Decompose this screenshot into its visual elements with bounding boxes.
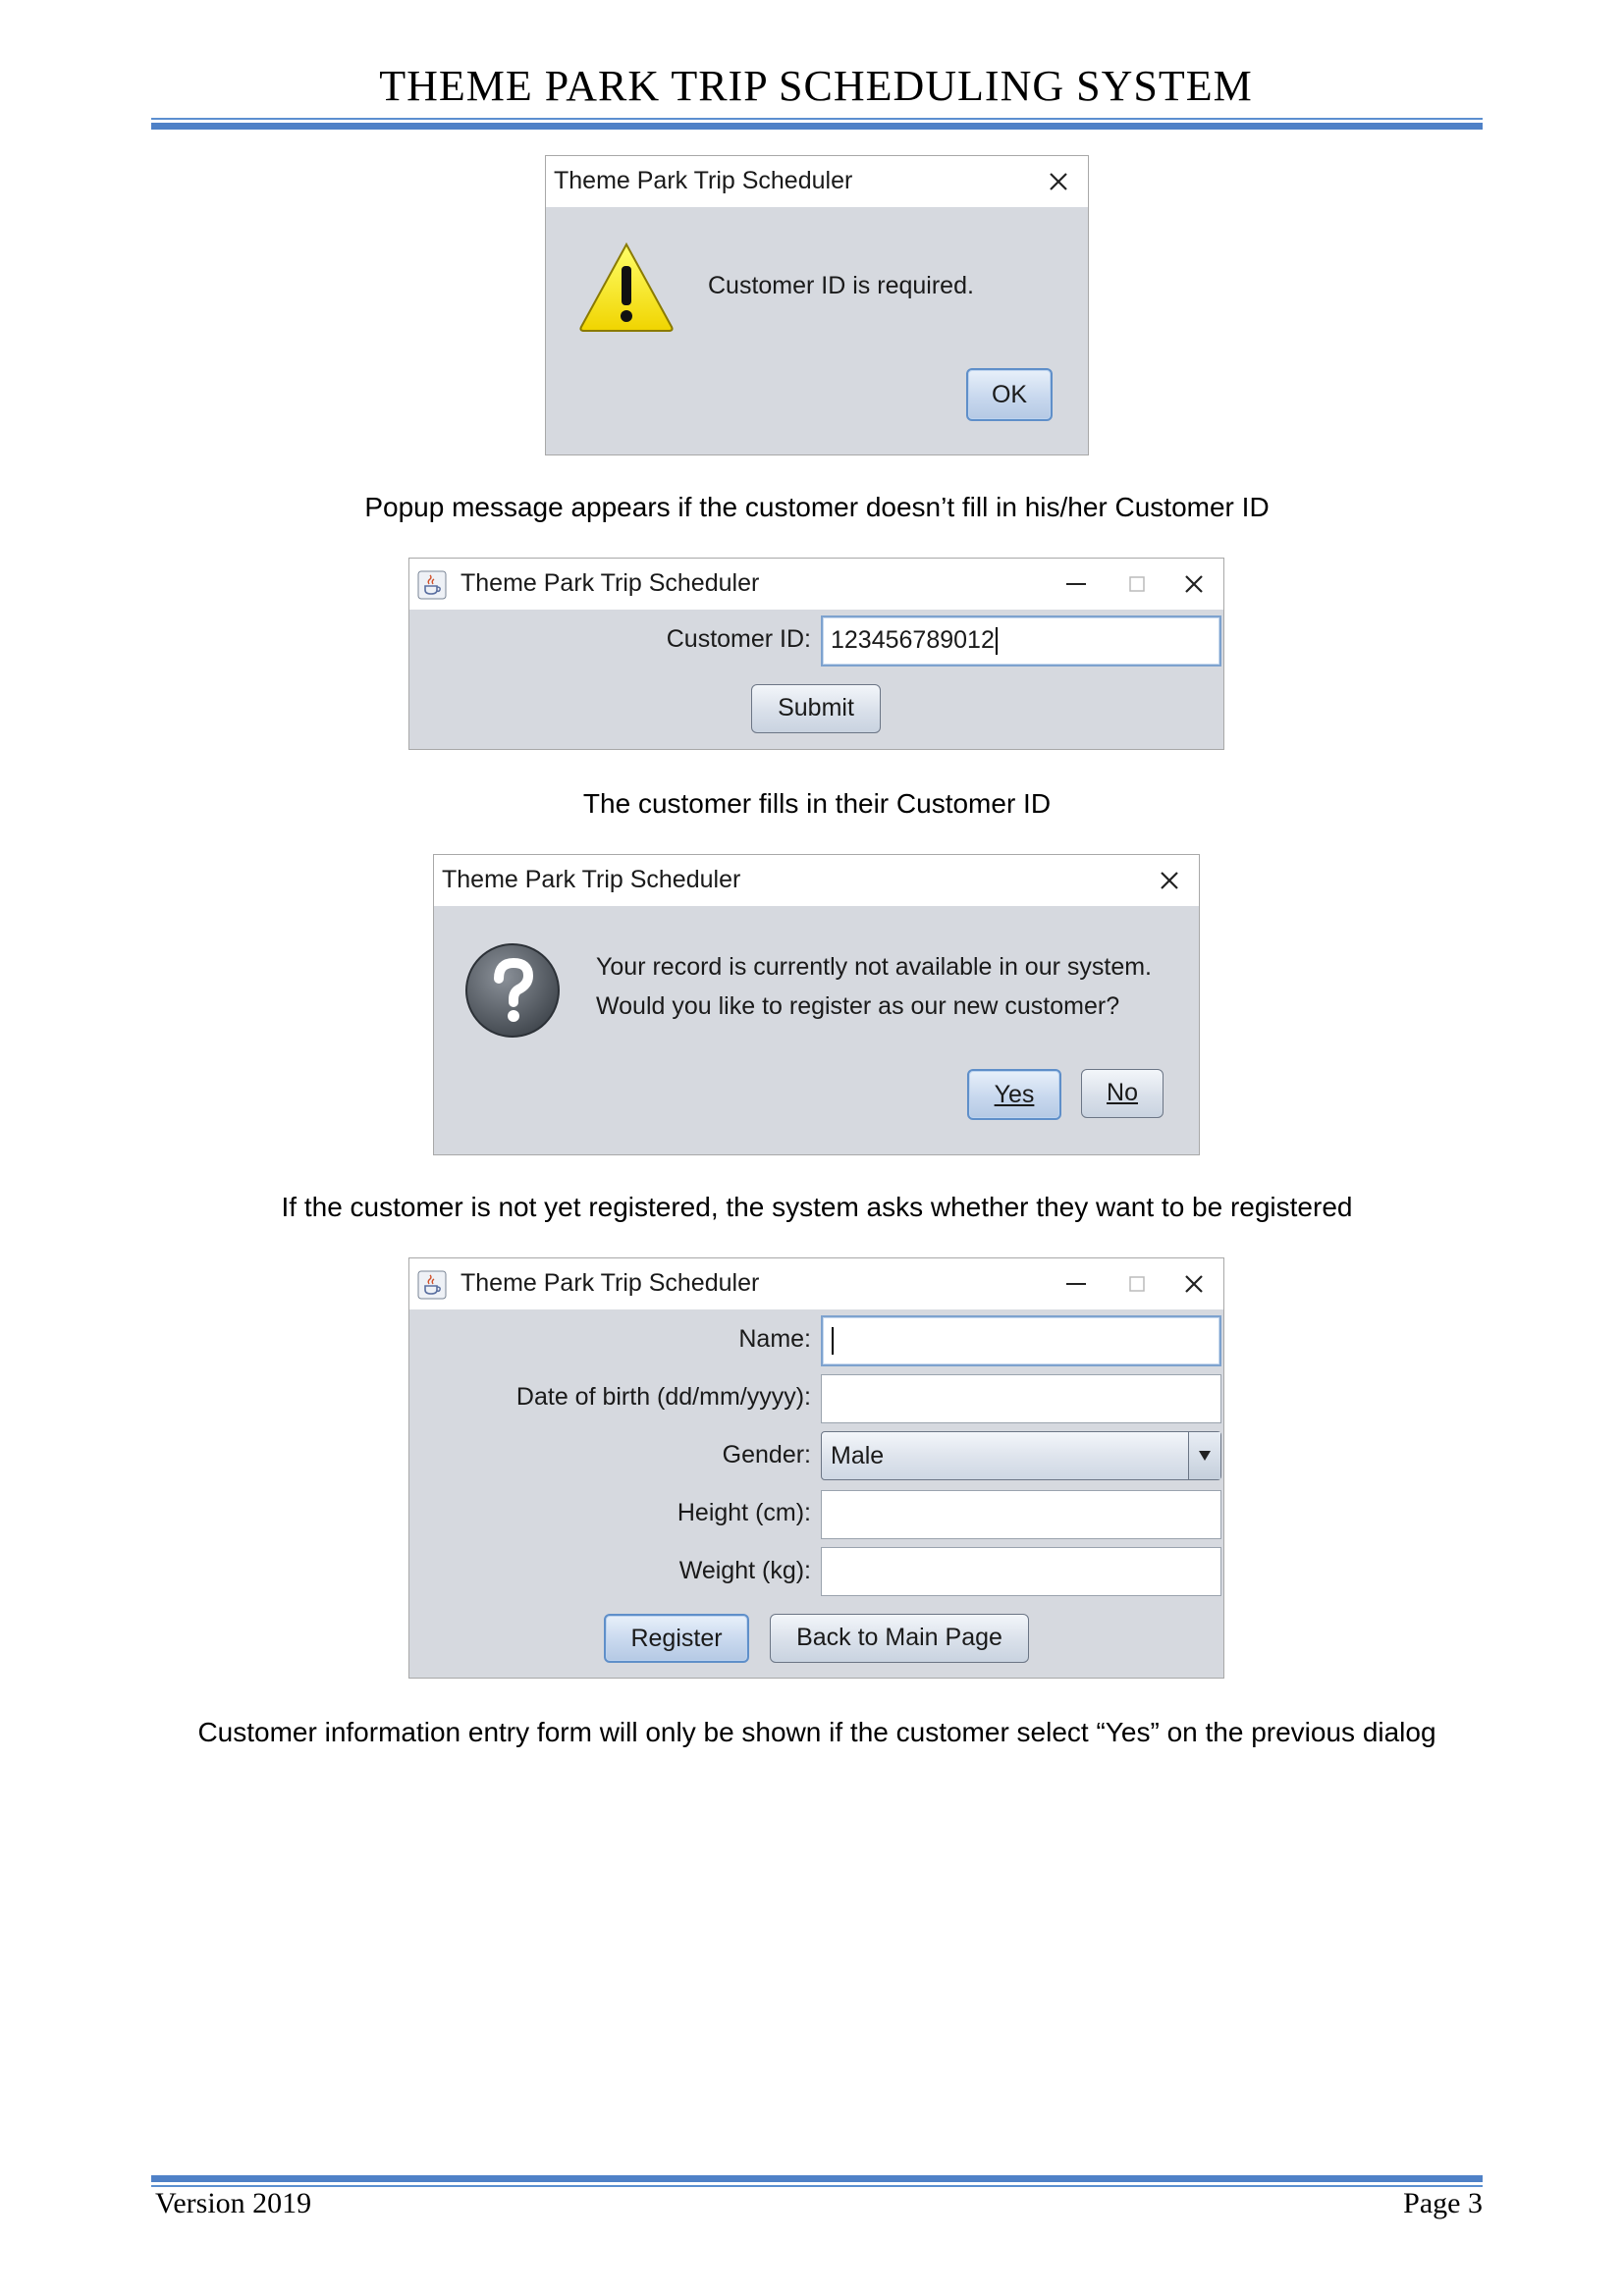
customer-id-titlebar[interactable]: Theme Park Trip Scheduler	[409, 559, 1223, 610]
footer-page-number: Page 3	[1403, 2187, 1483, 2219]
java-cup-icon	[417, 570, 447, 600]
footer-version: Version 2019	[155, 2187, 312, 2219]
register-titlebar[interactable]: Theme Park Trip Scheduler	[409, 1258, 1223, 1309]
weight-field[interactable]	[821, 1547, 1221, 1596]
customer-id-field[interactable]: 123456789012	[821, 615, 1221, 667]
warning-triangle-icon	[577, 240, 676, 340]
minimize-icon[interactable]	[1058, 566, 1094, 602]
customer-id-window: Theme Park Trip Scheduler Customer ID: 1…	[408, 558, 1224, 750]
ok-button[interactable]: OK	[966, 368, 1053, 421]
gender-label: Gender:	[722, 1441, 811, 1468]
yes-button[interactable]: Yes	[967, 1069, 1061, 1120]
java-cup-icon	[417, 1270, 447, 1300]
caption-register: Customer information entry form will onl…	[197, 1717, 1436, 1747]
question-dialog: Theme Park Trip Scheduler Your record is…	[433, 854, 1200, 1155]
question-dialog-titlebar[interactable]: Theme Park Trip Scheduler	[434, 855, 1199, 906]
close-icon[interactable]	[1152, 863, 1187, 898]
dob-field[interactable]	[821, 1374, 1221, 1423]
minimize-icon[interactable]	[1058, 1266, 1094, 1302]
header-rule	[151, 118, 1483, 130]
caption-customer-id: The customer fills in their Customer ID	[582, 788, 1052, 819]
maximize-icon[interactable]	[1119, 1266, 1155, 1302]
document-title: THEME PARK TRIP SCHEDULING SYSTEM	[379, 62, 1253, 110]
maximize-icon[interactable]	[1119, 566, 1155, 602]
caption-question: If the customer is not yet registered, t…	[281, 1192, 1353, 1222]
no-button-label: No	[1107, 1079, 1138, 1106]
customer-id-value: 123456789012	[831, 626, 995, 654]
close-icon[interactable]	[1176, 1266, 1212, 1302]
text-caret	[832, 1327, 834, 1356]
dob-label: Date of birth (dd/mm/yyyy):	[515, 1383, 811, 1411]
gender-value: Male	[831, 1442, 885, 1469]
question-circle-icon	[463, 941, 562, 1044]
warning-message: Customer ID is required.	[708, 272, 974, 299]
window-title: Theme Park Trip Scheduler	[460, 569, 760, 597]
window-title: Theme Park Trip Scheduler	[442, 866, 741, 893]
name-field[interactable]	[821, 1315, 1221, 1366]
window-title: Theme Park Trip Scheduler	[460, 1269, 760, 1297]
footer-rule	[151, 2175, 1483, 2187]
register-button[interactable]: Register	[604, 1614, 749, 1663]
warning-dialog: Theme Park Trip Scheduler Customer ID is…	[545, 155, 1089, 455]
close-icon[interactable]	[1176, 566, 1212, 602]
height-field[interactable]	[821, 1490, 1221, 1539]
chevron-down-icon[interactable]	[1188, 1432, 1220, 1479]
gender-select[interactable]: Male	[821, 1431, 1221, 1480]
back-to-main-page-button[interactable]: Back to Main Page	[770, 1614, 1029, 1663]
question-message-line1: Your record is currently not available i…	[596, 953, 1153, 981]
caption-warning: Popup message appears if the customer do…	[364, 492, 1270, 522]
text-caret	[995, 627, 998, 656]
register-window: Theme Park Trip Scheduler Name: Date of …	[408, 1257, 1224, 1679]
close-icon[interactable]	[1041, 164, 1076, 199]
weight-label: Weight (kg):	[678, 1557, 811, 1584]
customer-id-label: Customer ID:	[666, 625, 811, 653]
submit-button[interactable]: Submit	[751, 684, 881, 733]
question-message-line2: Would you like to register as our new cu…	[596, 992, 1120, 1020]
height-label: Height (cm):	[677, 1499, 811, 1526]
yes-button-label: Yes	[994, 1081, 1035, 1108]
warning-dialog-titlebar[interactable]: Theme Park Trip Scheduler	[546, 156, 1088, 207]
no-button[interactable]: No	[1081, 1069, 1164, 1118]
name-label: Name:	[738, 1325, 811, 1353]
window-title: Theme Park Trip Scheduler	[554, 167, 853, 194]
